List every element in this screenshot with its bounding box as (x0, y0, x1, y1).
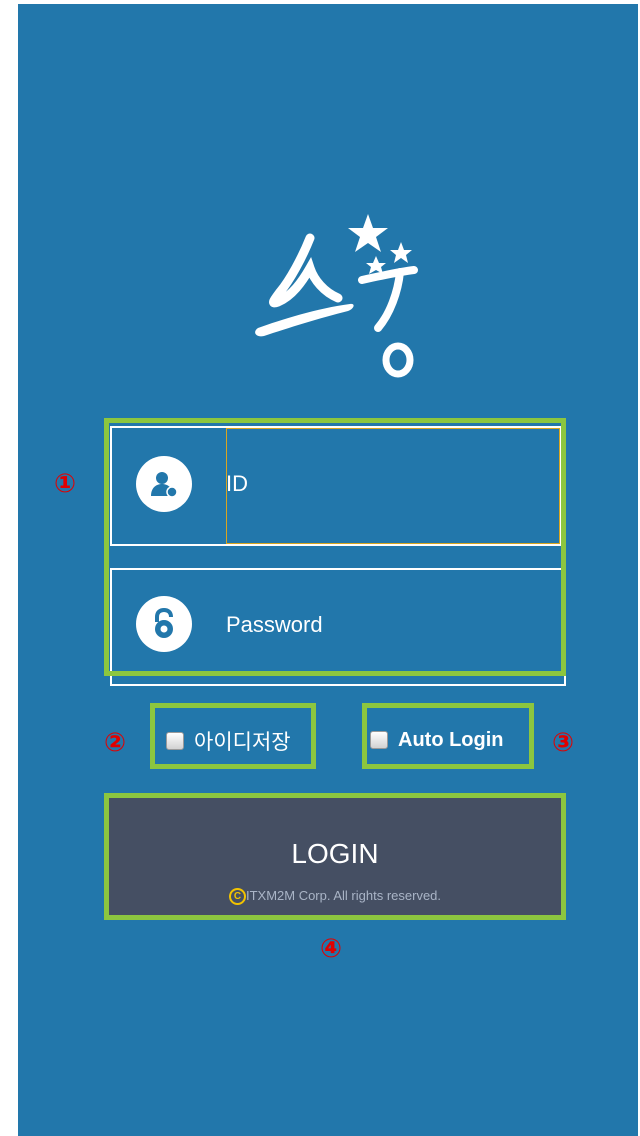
star-icon (366, 256, 386, 274)
app-logo (255, 214, 418, 378)
annotation-number-3: ③ (552, 728, 575, 758)
annotation-number-1: ① (54, 469, 77, 499)
annotation-box-login (104, 793, 566, 920)
star-icon (390, 242, 412, 263)
annotation-box-save-id (150, 703, 316, 769)
star-icon (348, 214, 388, 252)
annotation-box-credentials (104, 418, 566, 676)
annotation-number-4: ④ (320, 934, 343, 964)
annotation-box-auto-login (362, 703, 534, 769)
annotation-number-2: ② (104, 728, 127, 758)
